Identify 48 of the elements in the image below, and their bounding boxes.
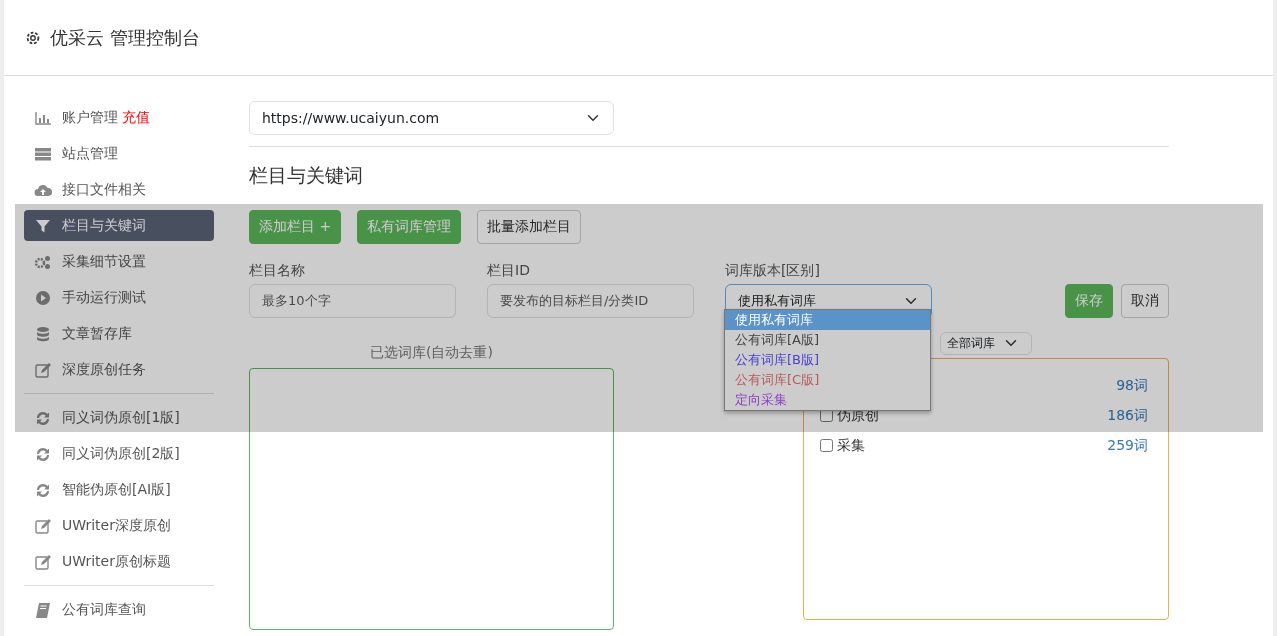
word-count: 259词	[1107, 436, 1148, 455]
chart-icon	[34, 109, 52, 126]
sidebar-item[interactable]: 深度原创任务	[24, 354, 214, 385]
section-title: 栏目与关键词	[249, 163, 364, 188]
gears-icon	[34, 253, 52, 270]
sidebar-item[interactable]: 公有词库查询	[24, 594, 214, 625]
button[interactable]: 批量添加栏目	[477, 209, 582, 244]
word-count: 98词	[1116, 376, 1148, 395]
edit-icon	[34, 361, 52, 378]
library-filter-select[interactable]: 全部词库	[940, 331, 1032, 355]
sidebar-item[interactable]: 接口文件相关	[24, 174, 214, 205]
input-field[interactable]: 最多10个字	[249, 283, 456, 318]
filter-icon	[34, 217, 52, 234]
panel-title: 已选词库(自动去重)	[369, 342, 494, 362]
checkbox[interactable]	[820, 439, 833, 452]
play-icon	[34, 289, 52, 306]
sidebar-item[interactable]: 智能伪原创[AI版]	[24, 474, 214, 505]
edit-icon	[34, 553, 52, 570]
sidebar-item[interactable]: 文章暂存库	[24, 318, 214, 349]
sidebar-item[interactable]: 栏目与关键词	[24, 210, 214, 241]
sidebar-item[interactable]: UWriter深度原创	[24, 510, 214, 541]
field-label: 栏目ID	[487, 260, 531, 280]
sidebar-item[interactable]: 站点管理	[24, 138, 214, 169]
sidebar-item[interactable]: 采集细节设置	[24, 246, 214, 277]
field-label: 栏目名称	[249, 260, 306, 280]
word-count: 186词	[1107, 406, 1148, 425]
refresh-icon	[34, 481, 52, 498]
book-icon	[34, 601, 52, 618]
sidebar-item[interactable]: 账户管理 充值	[24, 102, 214, 133]
button[interactable]: 取消	[1121, 283, 1169, 318]
database-icon	[34, 325, 52, 342]
refresh-icon	[34, 409, 52, 426]
sidebar-item[interactable]: UWriter原创标题	[24, 546, 214, 577]
server-icon	[34, 145, 52, 162]
app-title: 优采云 管理控制台	[50, 26, 200, 50]
field-label: 词库版本[区别]	[725, 260, 821, 280]
checkbox[interactable]	[820, 409, 833, 422]
library-name: 采集	[837, 436, 865, 455]
dropdown-option[interactable]: 公有词库[B版]	[725, 350, 930, 370]
site-select[interactable]: https://www.ucaiyun.com	[249, 101, 614, 135]
dropdown-option[interactable]: 公有词库[A版]	[725, 330, 930, 350]
sidebar-item[interactable]: 同义词伪原创[2版]	[24, 438, 214, 469]
sidebar-item[interactable]: 同义词伪原创[1版]	[24, 402, 214, 433]
dropdown-option[interactable]: 定向采集	[725, 390, 930, 410]
input-field[interactable]: 要发布的目标栏目/分类ID	[487, 283, 694, 318]
sidebar-item[interactable]: 手动运行测试	[24, 282, 214, 313]
edit-icon	[34, 517, 52, 534]
refresh-icon	[34, 445, 52, 462]
